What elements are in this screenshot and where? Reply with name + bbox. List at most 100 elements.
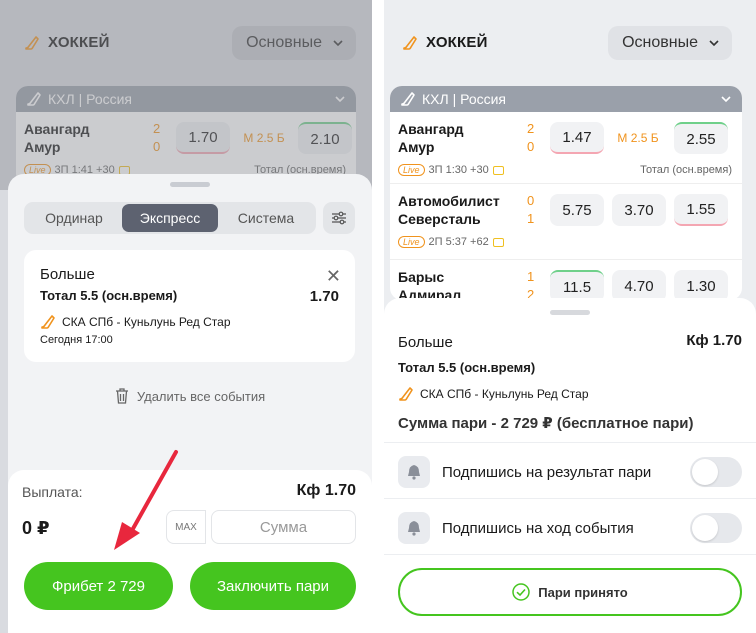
odd-button-2[interactable]: 4.70 — [612, 270, 666, 300]
subscribe-result-row: Подпишись на результат пари — [398, 452, 742, 492]
tab-single[interactable]: Ординар — [26, 204, 122, 232]
league-card: КХЛ | Россия Авангард Амур 2 0 1.47 М 2.… — [390, 86, 742, 300]
subscribe-event-toggle[interactable] — [690, 513, 742, 543]
odd-button-1[interactable]: 1.47 — [550, 122, 604, 154]
hockey-stick-icon — [401, 92, 415, 106]
payout-coef: Кф 1.70 — [296, 482, 356, 499]
subscribe-event-row: Подпишись на ход события — [398, 508, 742, 548]
bet-event-row: СКА СПб - Куньлунь Ред Стар — [398, 386, 589, 402]
odd-button-2[interactable]: 3.70 — [612, 194, 666, 226]
bet-accepted-sheet: Больше Кф 1.70 Тотал 5.5 (осн.время) СКА… — [384, 298, 756, 633]
bet-event: СКА СПб - Куньлунь Ред Стар — [420, 387, 589, 401]
live-badge: Live — [398, 236, 425, 248]
bet-market: Тотал 5.5 (осн.время) — [398, 360, 536, 375]
trash-icon — [115, 388, 128, 404]
settings-button[interactable] — [323, 202, 355, 234]
delete-all-label: Удалить все события — [136, 388, 266, 404]
market-select[interactable]: Основные — [608, 26, 732, 60]
score-1: 0 — [527, 193, 535, 208]
tv-icon — [492, 237, 504, 247]
score: 1 2 — [527, 268, 534, 300]
tab-express[interactable]: Экспресс — [122, 204, 218, 232]
sheet-handle[interactable] — [170, 182, 210, 187]
subscribe-result-label: Подпишись на результат пари — [442, 463, 652, 481]
subscribe-event-label: Подпишись на ход события — [442, 519, 634, 537]
odd-button-1[interactable]: 11.5 — [550, 270, 604, 300]
payout-amount: 0 ₽ — [22, 518, 50, 538]
bet-odds: 1.70 — [309, 288, 339, 305]
bet-coef: Кф 1.70 — [686, 332, 742, 349]
delete-all-button[interactable]: Удалить все события — [8, 388, 372, 404]
subscribe-result-toggle[interactable] — [690, 457, 742, 487]
score-1: 1 — [527, 269, 535, 284]
score-2: 0 — [527, 139, 535, 154]
divider — [384, 442, 756, 443]
sheet-handle[interactable] — [550, 310, 590, 315]
hockey-stick-icon — [41, 315, 55, 329]
left-screen: ХОККЕЙ Основные КХЛ | Россия Авангард Ам… — [0, 0, 372, 633]
bet-type-tabs: Ординар Экспресс Система — [24, 202, 316, 234]
odd-button-3[interactable]: 1.30 — [674, 270, 728, 300]
divider — [384, 554, 756, 555]
chevron-down-icon — [721, 96, 731, 103]
bell-icon — [398, 456, 430, 488]
betslip-sheet: Ординар Экспресс Система Больше ✕ Тотал … — [8, 174, 372, 633]
score-1: 2 — [527, 121, 535, 136]
bet-market: Тотал 5.5 (осн.время) — [40, 288, 178, 303]
bet-title: Больше — [398, 334, 453, 351]
team-1: Автомобилист — [398, 193, 500, 209]
league-name: КХЛ | Россия — [422, 91, 507, 107]
tab-system[interactable]: Система — [218, 204, 314, 232]
odd-button-1[interactable]: 5.75 — [550, 194, 604, 226]
team-2: Амур — [398, 139, 435, 155]
place-bet-button[interactable]: Заключить пари — [190, 562, 356, 610]
hockey-stick-icon — [399, 387, 413, 401]
tv-icon — [492, 165, 504, 175]
total-label: Тотал (осн.время) — [640, 164, 732, 176]
match-period: 2П 5:37 +62 — [428, 236, 489, 248]
sliders-icon — [332, 211, 346, 225]
match-row[interactable]: Авангард Амур 2 0 1.47 М 2.5 Б 2.55 Live… — [390, 112, 742, 184]
divider — [384, 498, 756, 499]
bet-event-row: СКА СПб - Куньлунь Ред Стар — [40, 314, 231, 330]
bet-card: Больше ✕ Тотал 5.5 (осн.время) 1.70 СКА … — [24, 250, 355, 362]
sum-input[interactable]: Сумма — [211, 510, 356, 544]
score: 2 0 — [527, 120, 534, 156]
payout-label: Выплата: — [22, 484, 83, 500]
check-circle-icon — [512, 583, 530, 601]
team-1: Авангард — [398, 121, 464, 137]
score: 0 1 — [527, 192, 534, 228]
sport-title: ХОККЕЙ — [402, 34, 488, 51]
score-2: 1 — [527, 211, 535, 226]
freebet-button[interactable]: Фрибет 2 729 — [24, 562, 173, 610]
bet-accepted-button[interactable]: Пари принято — [398, 568, 742, 616]
match-meta: Live 2П 5:37 +62 — [398, 236, 504, 248]
payout-panel: Выплата: Кф 1.70 0 ₽ MAX Сумма Фрибет 2 … — [8, 470, 372, 633]
header: ХОККЕЙ Основные — [384, 0, 756, 88]
odd-button-3[interactable]: 2.55 — [674, 122, 728, 154]
close-icon[interactable]: ✕ — [326, 266, 341, 287]
teams: Авангард Амур — [398, 120, 463, 156]
market-select-value: Основные — [622, 34, 698, 51]
teams: Автомобилист Северсталь — [398, 192, 500, 228]
bet-time: Сегодня 17:00 — [40, 334, 113, 346]
team-1: Барыс — [398, 269, 445, 285]
right-screen: ХОККЕЙ Основные КХЛ | Россия Авангард Ам… — [384, 0, 756, 633]
teams: Барыс Адмирал — [398, 268, 461, 300]
bet-accepted-label: Пари принято — [538, 584, 628, 600]
match-row[interactable]: Автомобилист Северсталь 0 1 5.75 3.70 1.… — [390, 184, 742, 260]
sport-label: ХОККЕЙ — [426, 34, 488, 51]
hockey-stick-icon — [403, 35, 417, 50]
bet-event: СКА СПб - Куньлунь Ред Стар — [62, 315, 231, 329]
bet-sum: Сумма пари - 2 729 ₽ (бесплатное пари) — [398, 415, 694, 432]
chevron-down-icon — [709, 40, 719, 47]
max-button[interactable]: MAX — [166, 510, 206, 544]
league-header[interactable]: КХЛ | Россия — [390, 86, 742, 112]
match-row[interactable]: Барыс Адмирал 1 2 11.5 4.70 1.30 — [390, 260, 742, 300]
odd-button-3[interactable]: 1.55 — [674, 194, 728, 226]
live-badge: Live — [398, 164, 425, 176]
market-label: М 2.5 Б — [617, 131, 659, 145]
overlay — [0, 0, 372, 190]
bell-icon — [398, 512, 430, 544]
bet-title: Больше — [40, 266, 95, 283]
